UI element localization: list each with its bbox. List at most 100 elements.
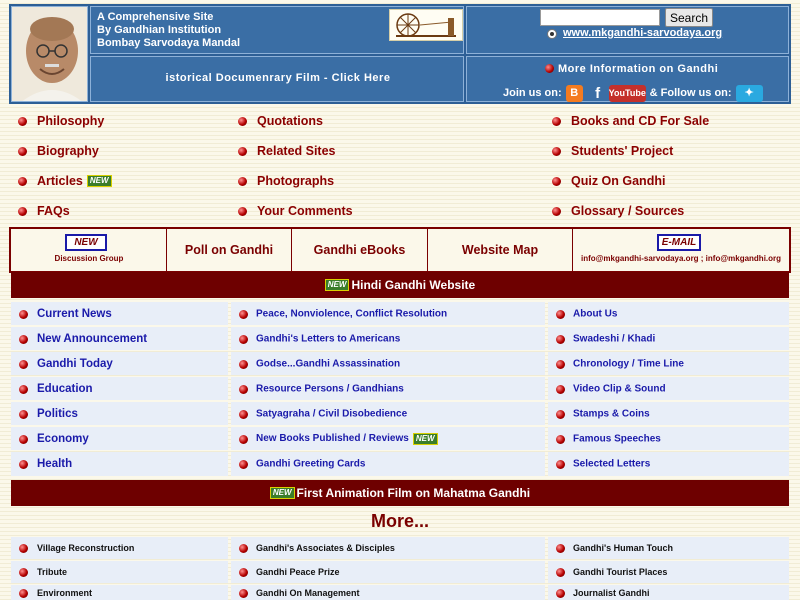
grid-link[interactable]: Peace, Nonviolence, Conflict Resolution: [256, 308, 447, 319]
menu-item-photographs[interactable]: Photographs: [238, 173, 334, 189]
grid-cell[interactable]: About Us: [548, 302, 789, 325]
grid-link[interactable]: Chronology / Time Line: [573, 358, 684, 369]
grid-link[interactable]: Tribute: [37, 567, 67, 577]
email-addresses[interactable]: info@mkgandhi-sarvodaya.org ; info@mkgan…: [573, 254, 789, 263]
grid-link[interactable]: Godse...Gandhi Assassination: [256, 358, 400, 369]
menu-label: Philosophy: [37, 114, 105, 128]
banner-label: First Animation Film on Mahatma Gandhi: [296, 486, 531, 500]
menu-item-books[interactable]: Books and CD For Sale: [552, 113, 709, 129]
youtube-icon[interactable]: YouTube: [608, 84, 646, 102]
menu-label: Quotations: [257, 114, 323, 128]
grid-cell[interactable]: New Books Published / Reviews NEW: [231, 427, 545, 450]
grid-cell[interactable]: Tribute: [11, 561, 228, 583]
grid-cell[interactable]: Selected Letters: [548, 452, 789, 476]
grid-link[interactable]: Selected Letters: [573, 459, 650, 470]
grid-link[interactable]: About Us: [573, 308, 617, 319]
grid-link[interactable]: Gandhi's Letters to Americans: [256, 333, 400, 344]
grid-link[interactable]: Famous Speeches: [573, 433, 661, 444]
grid-link[interactable]: Village Reconstruction: [37, 543, 134, 553]
grid-cell[interactable]: Environment: [11, 585, 228, 600]
discussion-group-link[interactable]: Discussion Group: [11, 254, 167, 263]
grid-cell[interactable]: Health: [11, 452, 228, 476]
grid-cell[interactable]: Gandhi On Management: [231, 585, 545, 600]
grid-link[interactable]: Stamps & Coins: [573, 408, 650, 419]
grid-cell[interactable]: Peace, Nonviolence, Conflict Resolution: [231, 302, 545, 325]
menu-item-your-comments[interactable]: Your Comments: [238, 203, 353, 219]
menu-item-philosophy[interactable]: Philosophy: [18, 113, 104, 129]
grid-cell[interactable]: Swadeshi / Khadi: [548, 327, 789, 350]
menu-item-quotations[interactable]: Quotations: [238, 113, 323, 129]
grid-cell[interactable]: Gandhi's Letters to Americans: [231, 327, 545, 350]
ebooks-link[interactable]: Gandhi eBooks: [292, 229, 428, 271]
grid-cell[interactable]: Village Reconstruction: [11, 537, 228, 559]
menu-item-quiz[interactable]: Quiz On Gandhi: [552, 173, 665, 189]
grid-cell[interactable]: Gandhi Peace Prize: [231, 561, 545, 583]
grid-cell[interactable]: Satyagraha / Civil Disobedience: [231, 402, 545, 425]
grid-cell[interactable]: Politics: [11, 402, 228, 425]
grid-link[interactable]: Gandhi Today: [37, 358, 113, 370]
grid-cell[interactable]: Video Clip & Sound: [548, 377, 789, 400]
grid-cell[interactable]: Godse...Gandhi Assassination: [231, 352, 545, 375]
blogger-icon[interactable]: B: [565, 84, 583, 102]
menu-item-students-project[interactable]: Students' Project: [552, 143, 673, 159]
grid-link[interactable]: Health: [37, 458, 72, 470]
grid-cell[interactable]: Gandhi's Human Touch: [548, 537, 789, 559]
grid-cell[interactable]: Journalist Gandhi: [548, 585, 789, 600]
grid-link[interactable]: Gandhi Greeting Cards: [256, 459, 365, 470]
grid-cell[interactable]: Gandhi Tourist Places: [548, 561, 789, 583]
grid-link[interactable]: Satyagraha / Civil Disobedience: [256, 408, 407, 419]
grid-link[interactable]: Gandhi's Associates & Disciples: [256, 543, 395, 553]
grid-link[interactable]: Swadeshi / Khadi: [573, 333, 655, 344]
discussion-group-cell[interactable]: NEW Discussion Group: [11, 229, 167, 271]
grid-link[interactable]: Gandhi's Human Touch: [573, 543, 673, 553]
documentary-film-link[interactable]: istorical Documenrary Film - Click Here: [91, 72, 465, 84]
grid-link[interactable]: Environment: [37, 588, 92, 598]
menu-label: Your Comments: [257, 204, 353, 218]
grid-cell[interactable]: Chronology / Time Line: [548, 352, 789, 375]
grid-link[interactable]: Gandhi Tourist Places: [573, 567, 667, 577]
twitter-icon[interactable]: ✦: [735, 84, 763, 102]
facebook-icon[interactable]: f: [591, 85, 605, 102]
grid-link[interactable]: New Announcement: [37, 333, 147, 345]
menu-item-biography[interactable]: Biography: [18, 143, 99, 159]
grid-cell[interactable]: Economy: [11, 427, 228, 450]
grid-link[interactable]: Journalist Gandhi: [573, 588, 650, 598]
grid-link[interactable]: Gandhi Peace Prize: [256, 567, 340, 577]
site-radio-button[interactable]: [547, 29, 557, 39]
grid-cell[interactable]: New Announcement: [11, 327, 228, 350]
grid-link[interactable]: Video Clip & Sound: [573, 383, 666, 394]
bullet-icon: [18, 206, 27, 216]
grid-cell[interactable]: Gandhi Greeting Cards: [231, 452, 545, 476]
grid-link[interactable]: Resource Persons / Gandhians: [256, 383, 404, 394]
website-map-link[interactable]: Website Map: [428, 229, 573, 271]
grid-link[interactable]: Economy: [37, 433, 89, 445]
charkha-logo[interactable]: [389, 9, 463, 41]
grid-cell[interactable]: Famous Speeches: [548, 427, 789, 450]
grid-link[interactable]: New Books Published / Reviews NEW: [256, 432, 438, 445]
email-cell[interactable]: E-MAIL info@mkgandhi-sarvodaya.org ; inf…: [573, 229, 789, 271]
menu-item-glossary[interactable]: Glossary / Sources: [552, 203, 684, 219]
grid-link[interactable]: Gandhi On Management: [256, 588, 360, 598]
menu-item-faqs[interactable]: FAQs: [18, 203, 70, 219]
more-info-link[interactable]: More Information on Gandhi: [545, 63, 718, 75]
grid-cell[interactable]: Current News: [11, 302, 228, 325]
search-button[interactable]: Search: [665, 8, 713, 27]
search-cell: Search www.mkgandhi-sarvodaya.org: [466, 6, 789, 54]
grid-cell[interactable]: Stamps & Coins: [548, 402, 789, 425]
menu-item-articles[interactable]: Articles NEW: [18, 173, 112, 189]
grid-cell[interactable]: Gandhi's Associates & Disciples: [231, 537, 545, 559]
grid-link[interactable]: Education: [37, 383, 93, 395]
grid-cell[interactable]: Education: [11, 377, 228, 400]
animation-film-banner[interactable]: NEW First Animation Film on Mahatma Gandh…: [11, 480, 789, 506]
gandhi-portrait[interactable]: [11, 6, 88, 102]
film-link-cell[interactable]: istorical Documenrary Film - Click Here: [90, 56, 464, 102]
grid-link[interactable]: Politics: [37, 408, 78, 420]
hindi-website-banner[interactable]: NEW Hindi Gandhi Website: [11, 272, 789, 298]
poll-link[interactable]: Poll on Gandhi: [167, 229, 292, 271]
grid-cell[interactable]: Gandhi Today: [11, 352, 228, 375]
menu-item-related-sites[interactable]: Related Sites: [238, 143, 336, 159]
site-url-link[interactable]: www.mkgandhi-sarvodaya.org: [563, 27, 722, 39]
grid-cell[interactable]: Resource Persons / Gandhians: [231, 377, 545, 400]
grid-link[interactable]: Current News: [37, 308, 112, 320]
search-input[interactable]: [540, 9, 660, 26]
